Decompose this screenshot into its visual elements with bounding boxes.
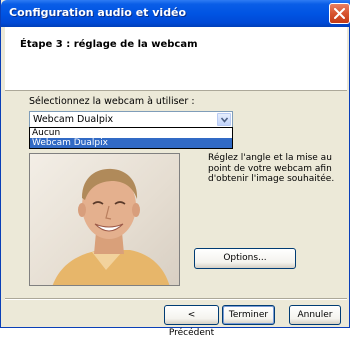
dropdown-button[interactable]	[217, 113, 231, 126]
webcam-select[interactable]: Webcam Dualpix	[29, 111, 233, 128]
title-bar[interactable]: Configuration audio et vidéo	[1, 0, 350, 27]
webcam-preview-image	[29, 153, 180, 286]
close-icon	[334, 8, 345, 19]
cancel-button-label: Annuler	[297, 310, 333, 320]
wizard-header: Étape 3 : réglage de la webcam	[5, 27, 347, 91]
finish-button-label: Terminer	[228, 310, 269, 320]
back-button-label: < Précédent	[168, 310, 215, 338]
options-button-label: Options...	[223, 253, 267, 263]
footer-divider	[5, 298, 347, 300]
dropdown-option-webcam-dualpix[interactable]: Webcam Dualpix	[30, 138, 232, 148]
options-button[interactable]: Options...	[194, 248, 296, 269]
finish-button[interactable]: Terminer	[222, 305, 275, 325]
close-button[interactable]	[329, 3, 350, 24]
instructions-text: Réglez l'angle et la mise au point de vo…	[208, 153, 335, 184]
webcam-select-label: Sélectionnez la webcam à utiliser :	[29, 96, 195, 107]
cancel-button[interactable]: Annuler	[289, 305, 341, 325]
step-title: Étape 3 : réglage de la webcam	[20, 39, 198, 50]
dropdown-option-aucun[interactable]: Aucun	[30, 128, 232, 138]
person-photo	[52, 168, 170, 285]
webcam-select-value: Webcam Dualpix	[33, 114, 114, 125]
window-title: Configuration audio et vidéo	[9, 6, 187, 19]
wizard-window: Configuration audio et vidéo Étape 3 : r…	[0, 0, 350, 338]
webcam-dropdown-list: Aucun Webcam Dualpix	[29, 127, 233, 149]
back-button[interactable]: < Précédent	[164, 305, 219, 338]
chevron-down-icon	[221, 117, 228, 123]
